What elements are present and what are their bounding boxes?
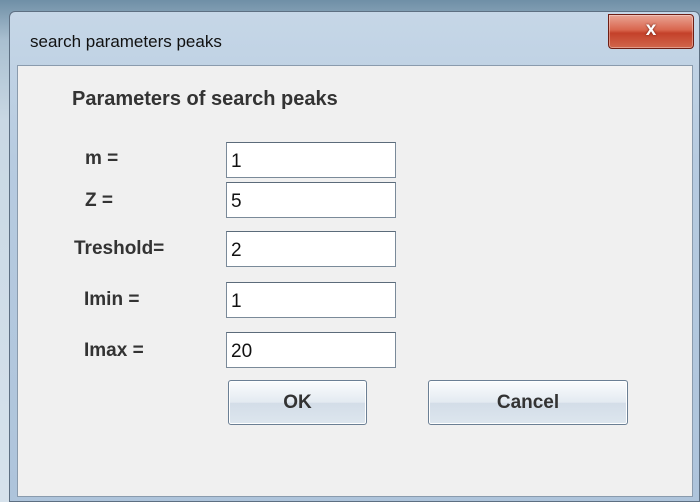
dialog-content (17, 65, 693, 497)
m-label: m = (85, 148, 119, 169)
imin-label: Imin = (84, 289, 140, 310)
z-label: Z = (85, 190, 113, 211)
threshold-label: Treshold= (74, 238, 165, 259)
m-input[interactable]: 1 (226, 142, 396, 178)
ok-button[interactable]: OK (228, 380, 367, 425)
close-icon: x (645, 19, 657, 40)
title-bar[interactable]: search parameters peaks x (10, 12, 699, 62)
threshold-input[interactable]: 2 (226, 231, 396, 267)
z-input[interactable]: 5 (226, 182, 396, 218)
dialog-heading: Parameters of search peaks (72, 88, 338, 110)
imin-input[interactable]: 1 (226, 282, 396, 318)
desktop-background: search parameters peaks x Parameters of … (0, 0, 700, 502)
imax-label: Imax = (84, 340, 144, 361)
cancel-button[interactable]: Cancel (428, 380, 628, 425)
close-button[interactable]: x (608, 14, 694, 49)
imax-input[interactable]: 20 (226, 332, 396, 368)
window-title: search parameters peaks (30, 32, 222, 51)
